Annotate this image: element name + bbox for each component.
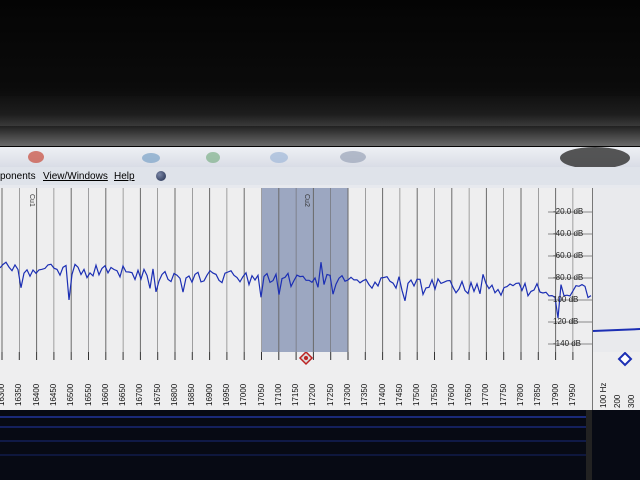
axis-tick-lines (1, 352, 574, 360)
taskbar-icon[interactable] (340, 151, 366, 163)
frequency-tick-label: 16850 (187, 383, 197, 406)
frequency-tick-label: 16650 (118, 383, 128, 406)
playhead-dot (304, 356, 308, 360)
frequency-tick-label: 16750 (152, 383, 162, 406)
taskbar-icon[interactable] (28, 151, 44, 163)
application-window: ponents View/Windows Help -20.0 dB -40.0 … (0, 147, 640, 480)
db-label: 120 dB (553, 317, 579, 326)
taskbar-icon[interactable] (270, 152, 288, 163)
frequency-tick-label: 16950 (221, 383, 231, 406)
db-label: -60.0 dB (553, 251, 584, 260)
side-panel (592, 188, 640, 352)
side-tick-label: 100 Hz (599, 382, 608, 408)
db-label: -80.0 dB (553, 273, 584, 282)
frequency-tick-label: 16300 (0, 383, 6, 406)
frequency-tick-label: 17550 (429, 383, 439, 406)
frequency-tick-label: 17450 (394, 383, 404, 406)
spectrum-plot[interactable]: -20.0 dB -40.0 dB -60.0 dB -80.0 dB 100 dB 12… (0, 188, 592, 352)
frequency-tick-label: 17600 (446, 383, 456, 406)
db-label: -140 dB (553, 339, 582, 348)
cursor-1-label[interactable]: Cu1 (28, 194, 35, 207)
frequency-tick-label: 17500 (412, 383, 422, 406)
frequency-tick-label: 17250 (325, 383, 335, 406)
frequency-tick-label: 17750 (498, 383, 508, 406)
menu-components[interactable]: ponents (0, 171, 36, 182)
frequency-tick-label: 16900 (204, 383, 214, 406)
frequency-tick-label: 17700 (481, 383, 491, 406)
frequency-tick-label: 17650 (464, 383, 474, 406)
waterfall-band (0, 426, 592, 428)
frequency-tick-label: 16600 (100, 383, 110, 406)
side-tick-label: 200 (613, 394, 622, 408)
frequency-tick-label: 17350 (360, 383, 370, 406)
waterfall-display (0, 410, 640, 480)
frequency-tick-label: 16700 (135, 383, 145, 406)
frequency-tick-label: 17000 (239, 383, 249, 406)
side-tick-label: 300 (627, 394, 636, 408)
frequency-tick-label: 16550 (83, 383, 93, 406)
spectrum-canvas[interactable] (0, 188, 592, 352)
db-label: -20.0 dB (553, 207, 584, 216)
cursor-2-label[interactable]: Cu2 (303, 194, 310, 207)
frequency-tick-label: 17900 (550, 383, 560, 406)
frequency-tick-label: 17950 (567, 383, 577, 406)
waterfall-band (0, 416, 592, 418)
taskbar-icon[interactable] (206, 152, 220, 163)
frequency-tick-label: 16400 (31, 383, 41, 406)
app-status-icon[interactable] (156, 171, 166, 181)
frequency-tick-label: 17850 (533, 383, 543, 406)
frequency-tick-label: 17100 (273, 383, 283, 406)
taskbar-icon[interactable] (560, 147, 630, 169)
frequency-tick-label: 17200 (308, 383, 318, 406)
frequency-tick-label: 16350 (14, 383, 24, 406)
side-trace-line (592, 328, 640, 332)
db-label: -40.0 dB (553, 229, 584, 238)
side-marker-icon[interactable] (617, 352, 633, 367)
frequency-tick-label: 17150 (291, 383, 301, 406)
frequency-tick-label: 16450 (48, 383, 58, 406)
side-axis: 100 Hz 200 300 (592, 352, 640, 410)
frequency-tick-label: 17800 (516, 383, 525, 406)
taskbar-icon[interactable] (142, 153, 160, 163)
waterfall-divider (586, 410, 592, 480)
menu-help-label: Help (114, 171, 135, 182)
monitor-bezel-edge (0, 96, 640, 126)
menu-bar: ponents View/Windows Help (0, 167, 640, 185)
frequency-tick-label: 17050 (256, 383, 266, 406)
side-trace (592, 328, 640, 332)
waterfall-band (0, 454, 592, 456)
selection-region[interactable] (262, 188, 348, 352)
frequency-tick-label: 17300 (343, 383, 352, 406)
waterfall-band (0, 440, 592, 442)
menu-view-windows[interactable]: View/Windows (43, 171, 108, 182)
menu-help[interactable]: Help (114, 171, 135, 182)
menu-view-windows-label: View/Windows (43, 171, 108, 182)
frequency-tick-label: 17400 (377, 383, 387, 406)
frequency-tick-label: 16500 (66, 383, 76, 406)
frequency-axis: 16300 16350 16400 16450 16500 16550 16600 16650… (0, 352, 592, 410)
frequency-tick-label: 16800 (170, 383, 179, 406)
taskbar-strip (0, 147, 640, 169)
db-label: 100 dB (553, 295, 579, 304)
